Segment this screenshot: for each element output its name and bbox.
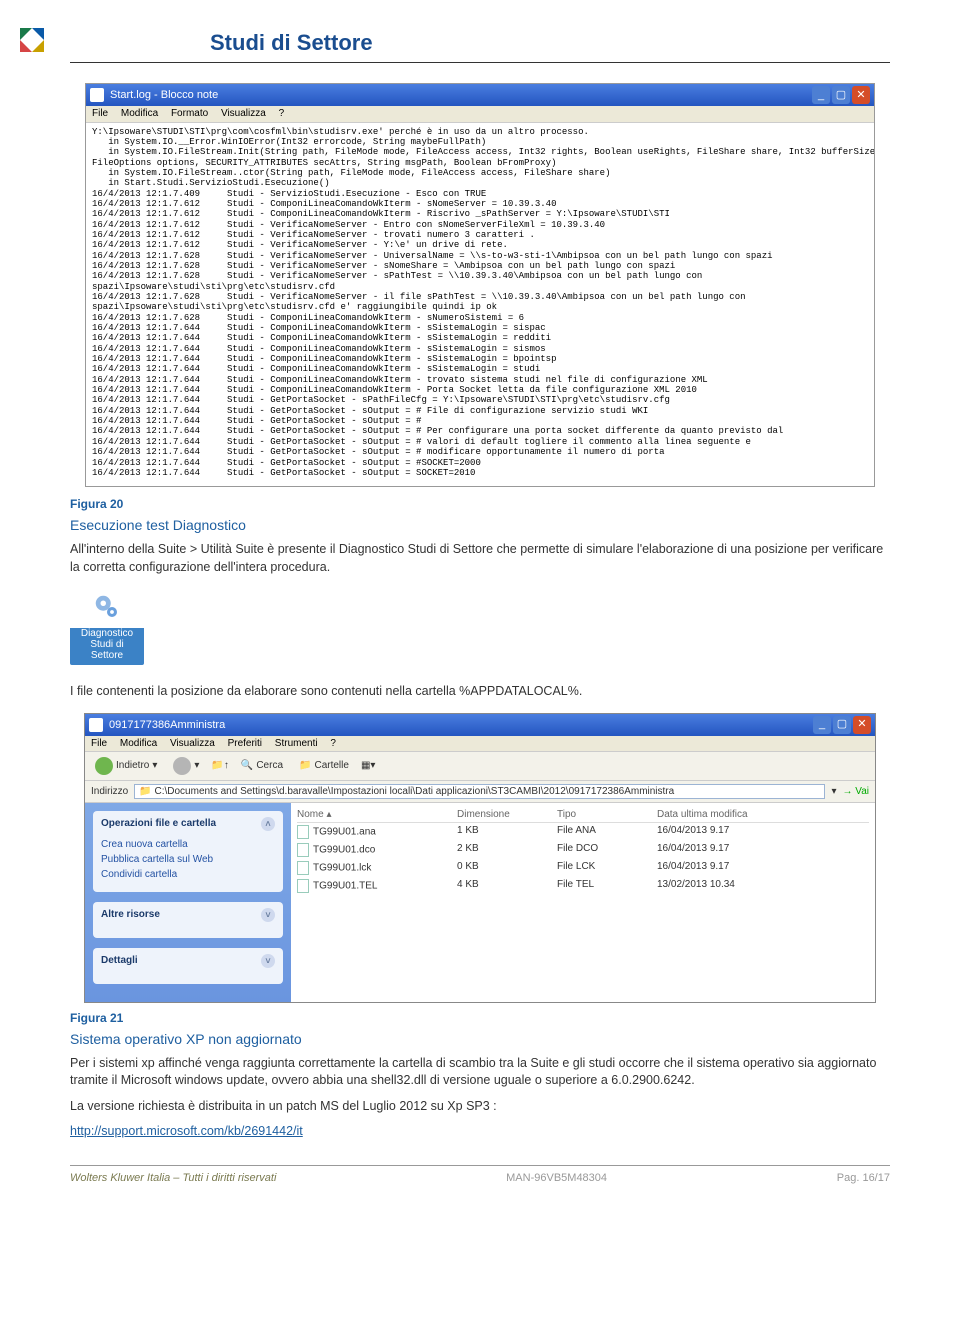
address-bar: Indirizzo 📁 C:\Documents and Settings\d.…: [85, 781, 875, 803]
table-row[interactable]: TG99U01.lck0 KBFile LCK16/04/2013 9.17: [297, 859, 869, 877]
paragraph-1: All'interno della Suite > Utilità Suite …: [70, 541, 890, 576]
folder-icon: [89, 718, 103, 732]
minimize-button[interactable]: _: [812, 86, 830, 104]
figure-21-label: Figura 21: [70, 1011, 890, 1025]
notepad-titlebar: Start.log - Blocco note _ ▢ ✕: [86, 84, 874, 106]
menu-view[interactable]: Visualizza: [221, 108, 266, 119]
brand-logo: [20, 28, 44, 52]
other-panel: Altre risorse ˅: [93, 902, 283, 938]
file-icon: [297, 825, 309, 839]
menu-format[interactable]: Formato: [171, 108, 208, 119]
paragraph-2: I file contenenti la posizione da elabor…: [70, 683, 890, 701]
footer-copyright: Wolters Kluwer Italia – Tutti i diritti …: [70, 1172, 276, 1184]
notepad-title: Start.log - Blocco note: [110, 89, 218, 102]
menu-edit[interactable]: Modifica: [121, 108, 158, 119]
minimize-button[interactable]: _: [813, 716, 831, 734]
file-list: Nome ▴ Dimensione Tipo Data ultima modif…: [291, 803, 875, 1002]
explorer-menubar: File Modifica Visualizza Preferiti Strum…: [85, 736, 875, 752]
up-icon[interactable]: 📁↑: [211, 760, 228, 771]
column-headers: Nome ▴ Dimensione Tipo Data ultima modif…: [297, 809, 869, 823]
figure-20-label: Figura 20: [70, 497, 890, 511]
explorer-body: Operazioni file e cartella ˄ Crea nuova c…: [85, 803, 875, 1002]
task-publish[interactable]: Pubblica cartella sul Web: [101, 852, 275, 867]
footer-rule: [70, 1165, 890, 1166]
details-panel: Dettagli ˅: [93, 948, 283, 984]
task-new-folder[interactable]: Crea nuova cartella: [101, 837, 275, 852]
gear-icon: [70, 586, 144, 628]
page-title: Studi di Settore: [210, 30, 890, 56]
support-link[interactable]: http://support.microsoft.com/kb/2691442/…: [70, 1124, 303, 1138]
search-button[interactable]: 🔍 Cerca: [237, 758, 287, 773]
chevron-up-icon[interactable]: ˄: [261, 817, 275, 831]
back-button[interactable]: Indietro ▾: [91, 755, 161, 777]
figure-21-heading: Sistema operativo XP non aggiornato: [70, 1031, 890, 1047]
diag-label-3: Settore: [70, 650, 144, 661]
notepad-content: Y:\Ipsoware\STUDI\STI\prg\com\cosfml\bin…: [86, 123, 874, 487]
menu-tools[interactable]: Strumenti: [275, 738, 318, 749]
table-row[interactable]: TG99U01.TEL4 KBFile TEL13/02/2013 10.34: [297, 877, 869, 895]
address-input[interactable]: 📁 C:\Documents and Settings\d.baravalle\…: [134, 784, 825, 799]
close-button[interactable]: ✕: [852, 86, 870, 104]
menu-file[interactable]: File: [92, 108, 108, 119]
menu-help[interactable]: ?: [330, 738, 336, 749]
col-type[interactable]: Tipo: [557, 809, 657, 820]
figure-20-heading: Esecuzione test Diagnostico: [70, 517, 890, 533]
menu-fav[interactable]: Preferiti: [228, 738, 262, 749]
footer-doc-id: MAN-96VB5M48304: [506, 1172, 607, 1184]
maximize-button[interactable]: ▢: [833, 716, 851, 734]
explorer-screenshot: 0917177386Amministra _ ▢ ✕ File Modifica…: [84, 713, 876, 1003]
diagnostic-icon[interactable]: Diagnostico Studi di Settore: [70, 586, 144, 665]
diag-label-2: Studi di: [70, 639, 144, 650]
folders-button[interactable]: 📁 Cartelle: [295, 758, 353, 773]
forward-button[interactable]: ▾: [169, 755, 203, 777]
notepad-screenshot: Start.log - Blocco note _ ▢ ✕ File Modif…: [85, 83, 875, 487]
maximize-button[interactable]: ▢: [832, 86, 850, 104]
title-rule: [70, 62, 890, 63]
table-row[interactable]: TG99U01.dco2 KBFile DCO16/04/2013 9.17: [297, 841, 869, 859]
menu-view[interactable]: Visualizza: [170, 738, 215, 749]
diag-label-1: Diagnostico: [70, 628, 144, 639]
chevron-down-icon[interactable]: ˅: [261, 954, 275, 968]
explorer-title: 0917177386Amministra: [109, 719, 225, 731]
task-share[interactable]: Condividi cartella: [101, 867, 275, 882]
file-icon: [297, 843, 309, 857]
chevron-down-icon[interactable]: ˅: [261, 908, 275, 922]
notepad-menubar: File Modifica Formato Visualizza ?: [86, 106, 874, 123]
explorer-sidebar: Operazioni file e cartella ˄ Crea nuova c…: [85, 803, 291, 1002]
panel-title: Operazioni file e cartella: [101, 818, 216, 829]
panel-title: Altre risorse: [101, 909, 160, 920]
close-button[interactable]: ✕: [853, 716, 871, 734]
col-name[interactable]: Nome ▴: [297, 809, 457, 820]
menu-file[interactable]: File: [91, 738, 107, 749]
col-date[interactable]: Data ultima modifica: [657, 809, 869, 820]
address-dropdown-icon[interactable]: ▾: [831, 786, 836, 797]
menu-edit[interactable]: Modifica: [120, 738, 157, 749]
menu-help[interactable]: ?: [279, 108, 285, 119]
paragraph-4: La versione richiesta è distribuita in u…: [70, 1098, 890, 1116]
panel-title: Dettagli: [101, 955, 138, 966]
file-icon: [297, 861, 309, 875]
go-button[interactable]: → Vai: [843, 786, 870, 797]
paragraph-3: Per i sistemi xp affinché venga raggiunt…: [70, 1055, 890, 1090]
table-row[interactable]: TG99U01.ana1 KBFile ANA16/04/2013 9.17: [297, 823, 869, 841]
explorer-titlebar: 0917177386Amministra _ ▢ ✕: [85, 714, 875, 736]
file-icon: [297, 879, 309, 893]
footer-page: Pag. 16/17: [837, 1172, 890, 1184]
views-icon[interactable]: ▦▾: [361, 760, 375, 771]
notepad-icon: [90, 88, 104, 102]
tasks-panel: Operazioni file e cartella ˄ Crea nuova c…: [93, 811, 283, 892]
address-label: Indirizzo: [91, 786, 128, 797]
col-size[interactable]: Dimensione: [457, 809, 557, 820]
explorer-toolbar: Indietro ▾ ▾ 📁↑ 🔍 Cerca 📁 Cartelle ▦▾: [85, 752, 875, 781]
page-footer: Wolters Kluwer Italia – Tutti i diritti …: [70, 1172, 890, 1184]
